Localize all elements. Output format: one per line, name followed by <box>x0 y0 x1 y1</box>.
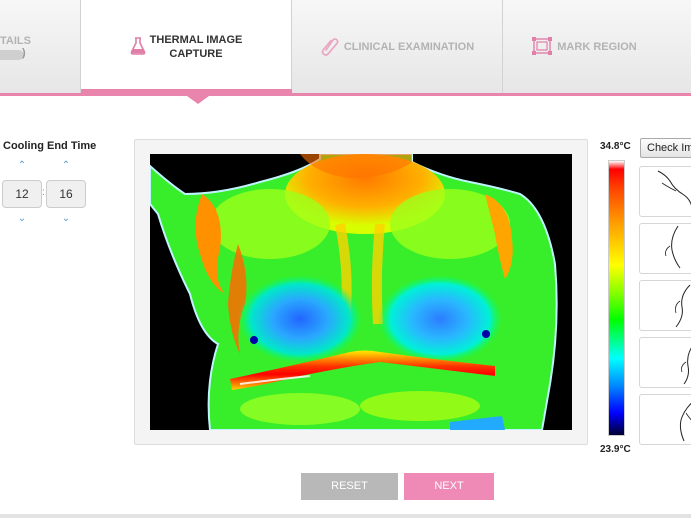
scale-max-label: 34.8°C <box>600 141 631 152</box>
tab-label: TAILS <box>0 35 31 47</box>
next-button[interactable]: NEXT <box>404 473 494 500</box>
time-separator: : <box>42 187 45 198</box>
paperclip-icon <box>320 36 340 59</box>
thumbnail-right-oblique[interactable] <box>639 223 691 274</box>
hours-up-arrow-icon[interactable]: ⌃ <box>15 161 29 171</box>
tab-label: CLINICAL EXAMINATION <box>343 41 475 53</box>
tab-mark-region[interactable]: MARK REGION <box>503 0 691 94</box>
step-tab-bar: TAILS ) THERMAL IMAGE CAPTURE CLINICAL E… <box>0 0 691 94</box>
bottom-divider <box>0 514 691 518</box>
tab-thermal-image-capture[interactable]: THERMAL IMAGE CAPTURE <box>81 0 292 94</box>
tab-clinical-examination[interactable]: CLINICAL EXAMINATION <box>292 0 503 94</box>
scale-min-label: 23.9°C <box>600 444 631 455</box>
active-tab-caret <box>187 96 209 104</box>
hours-down-arrow-icon[interactable]: ⌄ <box>15 214 29 224</box>
tab-patient-details[interactable]: TAILS ) <box>0 0 81 94</box>
reset-button[interactable]: RESET <box>301 473 398 500</box>
thumbnail-right-lateral[interactable] <box>639 166 691 217</box>
cooling-end-time-label: Cooling End Time <box>3 140 97 152</box>
tab-label-line2: CAPTURE <box>169 48 223 60</box>
flask-icon <box>130 36 146 58</box>
minutes-input[interactable]: 16 <box>46 180 86 208</box>
region-select-icon <box>531 36 553 59</box>
thermal-image[interactable] <box>150 154 572 430</box>
active-tab-indicator <box>81 89 292 96</box>
thumbnail-front[interactable] <box>639 280 691 331</box>
minutes-down-arrow-icon[interactable]: ⌄ <box>59 214 73 224</box>
thumbnail-left-lateral[interactable] <box>639 394 691 445</box>
check-image-button[interactable]: Check Im <box>640 138 691 158</box>
tab-label-line1: THERMAL IMAGE <box>149 34 243 46</box>
thumbnail-left-oblique[interactable] <box>639 337 691 388</box>
tab-sub-label: ) <box>22 47 26 59</box>
progress-pill <box>0 50 24 60</box>
app-screen: TAILS ) THERMAL IMAGE CAPTURE CLINICAL E… <box>0 0 691 518</box>
minutes-up-arrow-icon[interactable]: ⌃ <box>59 161 73 171</box>
temperature-color-scale <box>608 160 625 436</box>
tab-label: MARK REGION <box>557 41 637 53</box>
hours-input[interactable]: 12 <box>2 180 42 208</box>
